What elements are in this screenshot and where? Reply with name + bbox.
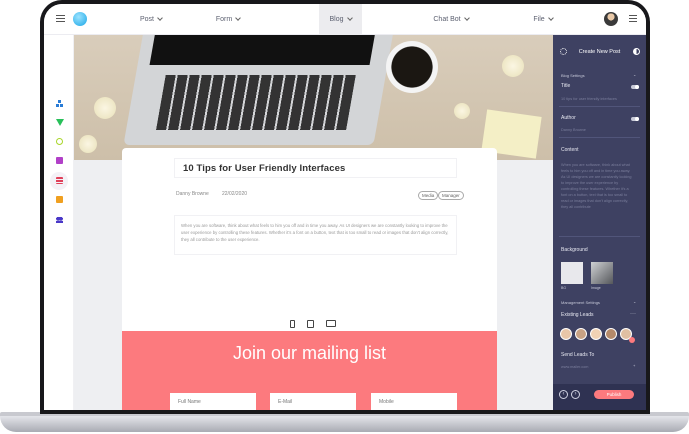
nav-form[interactable]: Form [208,4,248,35]
hero-laptop-photo [123,35,395,145]
top-nav-bar: Post Form Blog Chat Bot File [44,4,646,35]
post-author: Danny Browne [176,191,209,197]
post-date: 22/02/2020 [222,191,248,197]
divider [559,106,640,107]
send-leads-label: Send Leads To [561,352,595,358]
chevron-down-icon [235,15,242,21]
chevron-down-icon [157,15,163,21]
mailing-list-section: Join our mailing list Full Name E-Mail M… [122,331,497,410]
management-settings-label: Management Settings [561,300,600,305]
lead-avatar[interactable] [575,328,587,340]
blog-post-card: 10 Tips for User Friendly Interfaces Dan… [122,148,497,410]
title-label: Title [561,83,571,89]
document-icon[interactable] [56,196,63,203]
tablet-preview-icon[interactable] [307,320,314,328]
hero-image [74,35,553,160]
theme-toggle-icon[interactable] [633,48,640,55]
background-label: Background [561,247,588,253]
user-avatar[interactable] [604,12,618,26]
lead-avatar[interactable] [605,328,617,340]
lead-avatar[interactable] [590,328,602,340]
content-label: Content [561,147,579,153]
undo-icon[interactable]: ‹ [559,390,568,399]
email-field[interactable]: E-Mail [270,393,356,410]
more-icon[interactable]: ··· [630,311,636,317]
nav-file[interactable]: File [523,4,563,35]
mailing-title: Join our mailing list [232,343,387,363]
chevron-down-icon [547,15,554,21]
notification-badge [629,337,635,343]
post-body[interactable]: When you are software, think about what … [174,215,457,255]
chevron-down-icon[interactable]: ⌄ [633,72,636,77]
title-toggle[interactable] [631,85,639,89]
hamburger-menu-icon[interactable] [56,15,65,22]
desktop-preview-icon[interactable] [326,320,336,327]
lightbulb-icon[interactable] [56,138,63,145]
create-post-panel: Create New Post Blog Settings ⌄ Title 10… [553,35,646,410]
chevron-down-icon [346,15,353,21]
options-menu-icon[interactable] [629,15,637,22]
mobile-preview-icon[interactable] [290,320,295,328]
content-textarea[interactable]: When you are software, think about what … [561,162,633,232]
nav-blog[interactable]: Blog [319,4,362,35]
existing-leads-label: Existing Leads [561,312,594,318]
hero-flower [454,103,470,119]
hero-coffee-cup [386,41,438,93]
publish-button[interactable]: Publish [594,390,634,399]
hero-flower [502,55,524,77]
sitemap-icon[interactable] [56,100,63,107]
chevron-down-icon[interactable]: ⌄ [633,299,636,304]
add-icon[interactable]: + [633,363,635,368]
redo-icon[interactable]: › [571,390,580,399]
divider [559,137,640,138]
app-logo [73,12,87,26]
panel-footer: ‹ › Publish [553,384,646,410]
divider [559,236,640,237]
full-name-field[interactable]: Full Name [170,393,256,410]
app-screen: Post Form Blog Chat Bot File 10 Tips for… [44,4,646,410]
chevron-down-icon [463,15,470,21]
nav-post[interactable]: Post [131,4,171,35]
post-tag[interactable]: Media [418,191,439,200]
users-icon[interactable] [56,216,63,223]
bg-image-option[interactable] [591,262,613,284]
post-title[interactable]: 10 Tips for User Friendly Interfaces [174,158,457,178]
nav-chat-bot[interactable]: Chat Bot [425,4,477,35]
send-leads-input[interactable]: www.mailer.com [561,365,588,369]
blog-settings-label: Blog Settings [561,73,585,78]
bg-option-label: BG [561,286,567,290]
lead-avatar[interactable] [560,328,572,340]
laptop-base [0,416,689,432]
left-tool-rail [44,35,74,410]
calendar-icon[interactable] [56,157,63,164]
title-input[interactable]: 10 tips for user friendly interfaces [561,97,617,101]
editor-canvas: 10 Tips for User Friendly Interfaces Dan… [74,35,553,410]
author-toggle[interactable] [631,117,639,121]
mobile-field[interactable]: Mobile [371,393,457,410]
author-label: Author [561,115,576,121]
filter-icon[interactable] [56,119,64,126]
hero-flower [94,97,116,119]
database-icon[interactable] [56,177,63,184]
author-input[interactable]: Danny Browne [561,128,586,132]
post-tag[interactable]: Manager [438,191,464,200]
bg-option-label: Image [591,286,601,290]
bg-color-option[interactable] [561,262,583,284]
hero-flower [79,135,97,153]
